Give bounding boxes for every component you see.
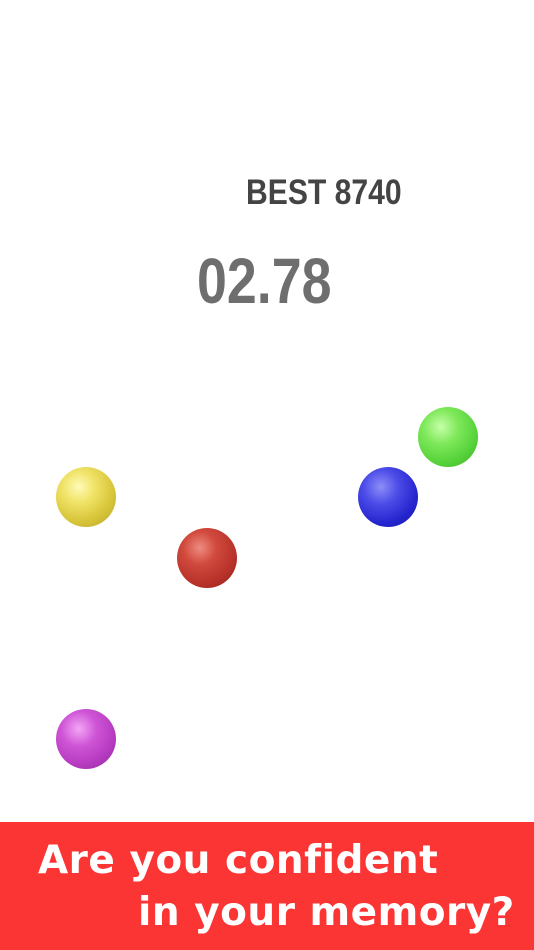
game-screen: BEST 8740 02.78 Are you confident in you… <box>0 0 534 950</box>
red-ball[interactable] <box>177 528 237 588</box>
timer-display: 02.78 <box>197 245 332 317</box>
purple-ball[interactable] <box>56 709 116 769</box>
green-ball[interactable] <box>418 407 478 467</box>
best-score: BEST 8740 <box>246 173 402 212</box>
promo-banner: Are you confident in your memory? <box>0 822 534 950</box>
blue-ball[interactable] <box>358 467 418 527</box>
banner-text-line-1: Are you confident <box>38 838 439 883</box>
banner-text-line-2: in your memory? <box>138 890 515 935</box>
yellow-ball[interactable] <box>56 467 116 527</box>
